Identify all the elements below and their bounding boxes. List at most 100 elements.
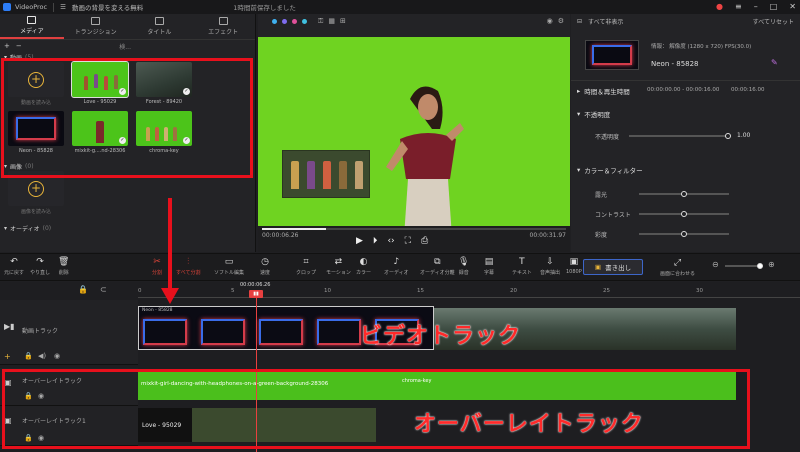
app-name: VideoProc [15,3,48,11]
edit-icon[interactable]: ✎ [771,58,778,67]
add-icon[interactable]: + [4,42,10,50]
opacity-section[interactable]: ▾ 不透明度 [577,109,610,119]
tool-button-13[interactable]: ▣ 1080P [566,257,582,275]
menu-more-icon[interactable]: ≡ [735,2,742,11]
tool-button-11[interactable]: T テキスト [512,257,532,276]
snapshot-icon[interactable]: ◉ [547,17,553,25]
reset-all-button[interactable]: すべてリセット [753,17,794,26]
snapshot-icon[interactable]: ⎙ [421,236,428,246]
opacity-slider[interactable] [629,133,731,139]
panel-tabs: メディア トランジション タイトル エフェクト [0,14,255,40]
dancer-figure [386,86,464,232]
color-filter-section[interactable]: ▾ カラー＆フィルター [577,165,643,175]
grid-icon[interactable]: ▦ [328,17,335,25]
play-icon[interactable]: ▶ [356,236,363,246]
color-dot-icon[interactable] [272,18,277,24]
opacity-value: 1.00 [737,132,751,139]
close-button[interactable]: ✕ [789,2,796,11]
preview-toolbar: ⚿ ▦ ⊞ ◉ ⚙ [258,14,570,28]
time-range: 00:00:00.00 - 00:00:16.00 [647,87,720,93]
tool-button-12[interactable]: ⇩ 音声抽出 [540,257,560,276]
remove-icon[interactable]: − [16,42,22,50]
search-input[interactable]: 検... [119,42,131,51]
prev-next-frame-icon[interactable]: ‹› [387,236,394,246]
zoom-in-icon[interactable]: ⊕ [768,260,775,269]
media-icon [27,16,37,24]
align-icon[interactable]: ⊞ [340,17,346,25]
annotation-arrowhead [161,288,179,304]
tool-button-4[interactable]: ⌗ クロップ [296,257,316,276]
tool-icon: ▭ [224,257,234,267]
tool-button-8[interactable]: ⧉ オーディオ分離 [420,257,455,276]
tab-effect[interactable]: エフェクト [191,14,255,39]
color-dot-icon[interactable] [282,18,287,24]
audio-section-header[interactable]: ▾ オーディオ (0) [0,223,255,233]
tool-button-5[interactable]: ⇄ モーション [326,257,351,276]
ruler-tick: 5 [231,288,235,294]
maximize-button[interactable]: □ [770,2,778,11]
export-button[interactable]: ▣ 書き出し [583,259,643,275]
delete-button[interactable]: 🗑 削除 [58,257,69,276]
ruler-tick: 0 [138,288,142,294]
playback-controls: 00:00:06.26 00:00:31.97 ▶ ⏵ ‹› ⛶ ⎙ [258,226,570,252]
undo-button[interactable]: ↶ 元に戻す [4,257,24,276]
fullscreen-icon[interactable]: ⛶ [405,236,411,246]
video-track-header: ▶▮ 動画トラック + 🔒 ◀) ◉ [0,300,138,365]
collapse-panel-icon[interactable]: ⊟ [577,18,582,25]
lock-icon[interactable]: 🔒 [78,285,88,294]
tool-button-3[interactable]: ◷ 速度 [260,257,270,276]
tool-button-10[interactable]: ▤ 字幕 [484,257,494,276]
play-from-start-icon[interactable]: ⏵ [373,236,378,246]
tool-button-1[interactable]: ⫶ すべて分割 [176,257,200,276]
menu-icon[interactable]: ☰ [60,3,66,11]
tool-icon: T [519,257,525,267]
properties-panel: ⊟ すべて非表示 すべてリセット 情報： 解像度 (1280 x 720) FP… [571,14,800,252]
add-track-icon[interactable]: + [4,352,11,361]
save-status: 1時間前保存しました [233,4,296,12]
notification-icon[interactable]: ● [716,2,723,11]
tool-button-9[interactable]: 🎙 録音 [458,257,469,276]
tool-icon: ▤ [484,257,494,267]
tool-icon: ▣ [569,257,579,267]
time-ruler[interactable]: 0 5 10 15 20 25 30 [138,288,800,298]
plus-icon: + [28,180,44,197]
minimize-button[interactable]: – [754,2,758,11]
fit-screen-button[interactable]: ⤢ 画面に合わせる [660,258,695,277]
lock-icon[interactable]: ⚿ [318,17,323,26]
overlay-preview-clip[interactable] [282,150,370,198]
tab-media[interactable]: メディア [0,14,64,39]
volume-icon[interactable]: ◀) [38,352,46,360]
redo-button[interactable]: ↷ やり直し [30,257,50,276]
tool-button-0[interactable]: ✂ 分割 [152,257,162,276]
exposure-slider[interactable] [639,191,729,197]
zoom-slider[interactable] [725,263,763,269]
media-toolbar: + − 検... [0,40,255,52]
time-section[interactable]: ▸ 時間＆再生時間 [577,86,630,96]
settings-icon[interactable]: ⚙ [558,17,564,25]
tool-icon: ✂ [153,257,161,267]
zoom-out-icon[interactable]: ⊖ [712,260,719,269]
lock-icon[interactable]: 🔒 [24,352,33,360]
total-time: 00:00:31.97 [529,232,567,239]
annotation-arrow [168,198,172,293]
tool-button-2[interactable]: ▭ ソフトル編集 [214,257,244,276]
color-dot-icon[interactable] [292,18,297,24]
preview-canvas[interactable] [258,37,570,232]
hide-all-button[interactable]: すべて非表示 [588,17,623,26]
current-time: 00:00:06.26 [262,232,299,239]
color-dot-icon[interactable] [302,18,307,24]
tool-icon: ⇄ [334,257,343,267]
visibility-icon[interactable]: ◉ [54,352,60,360]
tool-icon: ⧉ [434,257,441,267]
highlight-box-overlay [2,369,750,449]
tool-button-6[interactable]: ◐ カラー [356,257,371,276]
tab-title[interactable]: タイトル [128,14,192,39]
seek-bar[interactable] [262,228,566,230]
video-track-annotation: ビデオトラック [360,323,522,348]
link-icon[interactable]: ⊂ [100,285,107,294]
ruler-tick: 20 [510,288,517,294]
saturation-slider[interactable] [639,231,729,237]
tab-transition[interactable]: トランジション [64,14,128,39]
contrast-slider[interactable] [639,211,729,217]
tool-button-7[interactable]: ♪ オーディオ [384,257,409,276]
